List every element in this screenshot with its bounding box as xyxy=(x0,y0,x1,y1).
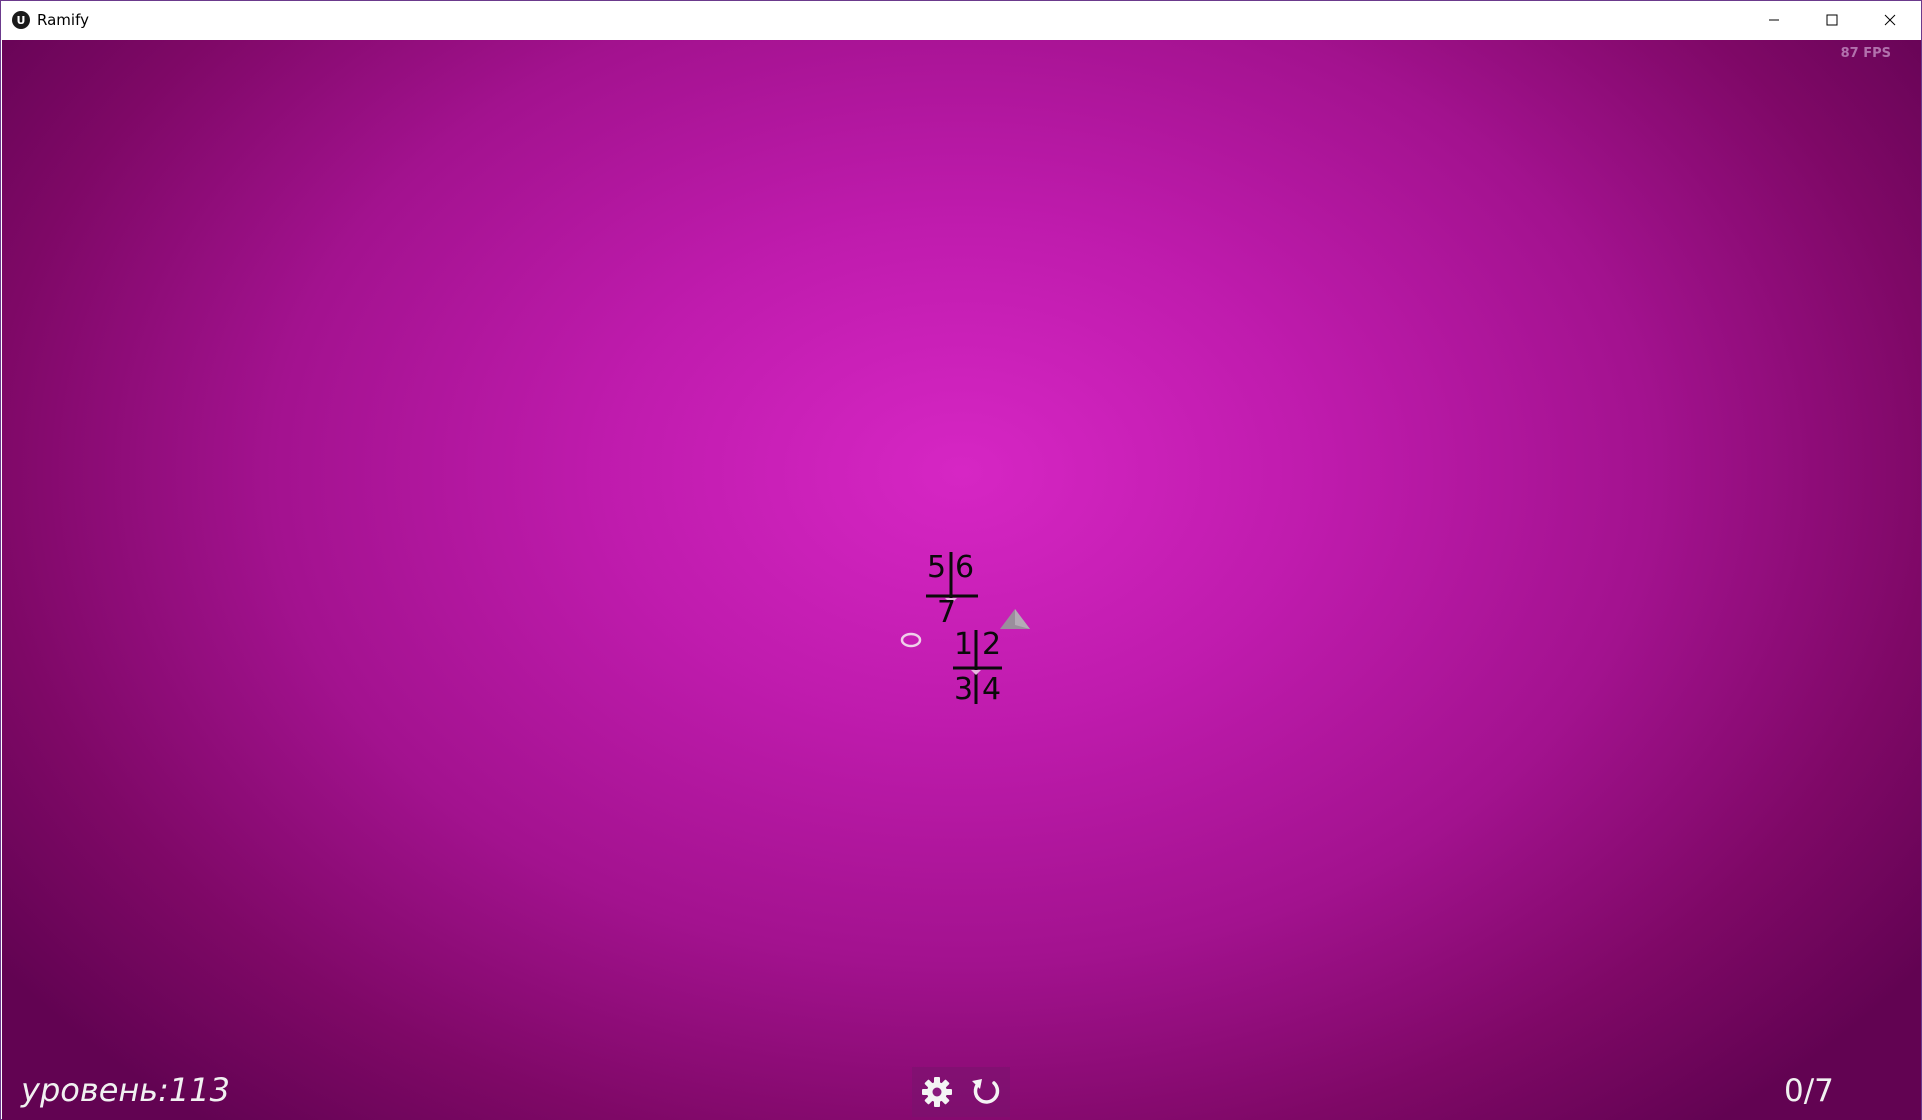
gear-icon xyxy=(921,1077,952,1107)
maximize-button[interactable] xyxy=(1803,1,1861,39)
cell-label-6: 6 xyxy=(955,550,975,585)
settings-button[interactable] xyxy=(915,1070,959,1114)
progress-counter: 0/7 xyxy=(1784,1073,1834,1109)
cell-label-4: 4 xyxy=(982,672,1002,707)
title-bar[interactable]: U Ramify xyxy=(1,1,1921,39)
ring-marker-icon[interactable] xyxy=(898,630,924,650)
close-icon xyxy=(1884,14,1896,26)
restart-button[interactable] xyxy=(964,1070,1008,1114)
cell-label-5: 5 xyxy=(927,550,947,585)
close-button[interactable] xyxy=(1861,1,1919,39)
app-window: U Ramify 87 FPS 5 6 7 1 2 3 4 уровень:11… xyxy=(0,0,1922,1120)
bottom-toolbar xyxy=(912,1067,1010,1117)
restart-icon xyxy=(971,1079,999,1104)
cell-label-1: 1 xyxy=(954,627,974,662)
game-viewport[interactable]: 87 FPS 5 6 7 1 2 3 4 уровень:113 0/7 xyxy=(2,40,1921,1120)
fps-counter: 87 FPS xyxy=(1840,46,1891,61)
cell-label-7: 7 xyxy=(937,595,957,630)
unreal-engine-logo-icon: U xyxy=(12,11,30,29)
minimize-icon xyxy=(1769,19,1779,21)
cell-label-3: 3 xyxy=(954,672,974,707)
level-indicator: уровень:113 xyxy=(21,1071,231,1109)
minimize-button[interactable] xyxy=(1745,1,1803,39)
maximize-icon xyxy=(1826,14,1838,26)
triangle-marker-icon[interactable] xyxy=(997,605,1033,635)
window-title: Ramify xyxy=(37,11,89,29)
